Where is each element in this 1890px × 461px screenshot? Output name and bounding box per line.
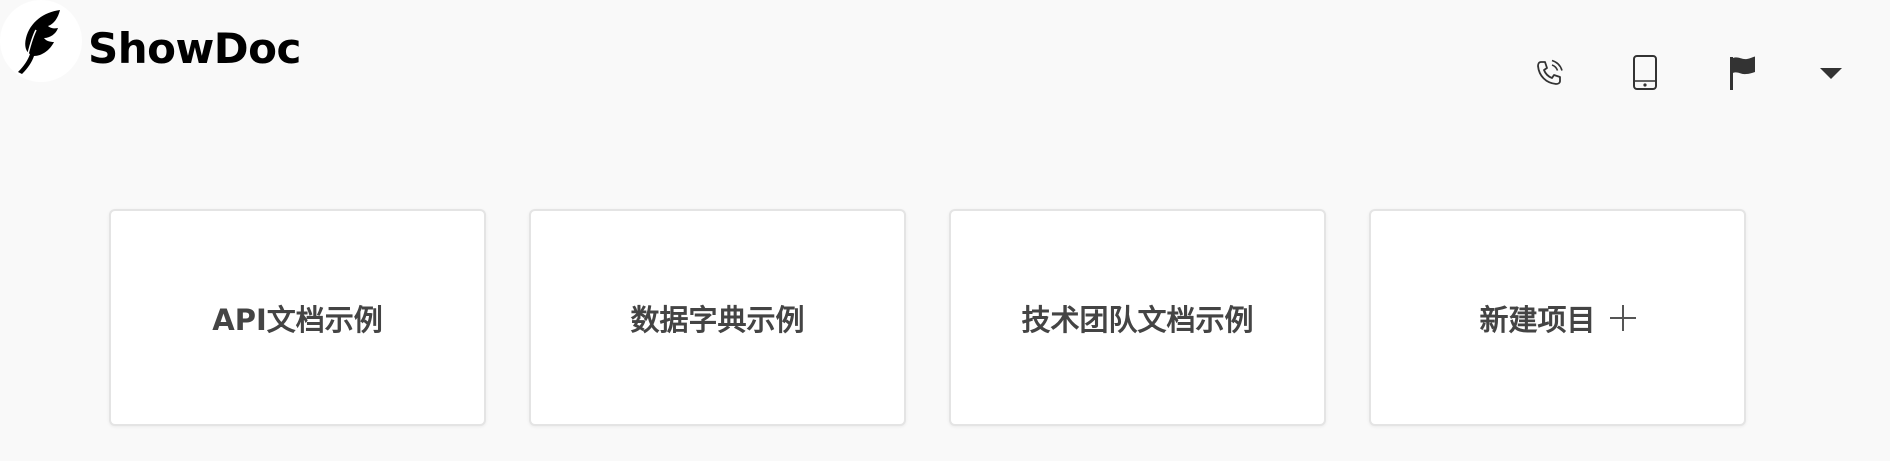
project-card-data-dictionary[interactable]: 数据字典示例 xyxy=(529,209,906,426)
project-list: API文档示例 数据字典示例 技术团队文档示例 新建项目 xyxy=(0,209,1890,429)
phone-icon[interactable] xyxy=(1529,50,1569,96)
plus-icon xyxy=(1609,304,1636,331)
project-card-team-docs[interactable]: 技术团队文档示例 xyxy=(949,209,1326,426)
header-toolbar xyxy=(0,50,1890,100)
project-card-api-docs[interactable]: API文档示例 xyxy=(109,209,486,426)
project-card-title: API文档示例 xyxy=(212,302,383,337)
new-project-label: 新建项目 xyxy=(1479,302,1596,337)
new-project-label-wrap: 新建项目 xyxy=(1479,297,1636,339)
tablet-icon[interactable] xyxy=(1625,50,1665,96)
flag-icon[interactable] xyxy=(1722,50,1762,96)
new-project-card[interactable]: 新建项目 xyxy=(1369,209,1746,426)
project-card-title: 技术团队文档示例 xyxy=(1021,302,1254,337)
project-card-title: 数据字典示例 xyxy=(630,302,805,337)
caret-down-icon[interactable] xyxy=(1811,50,1851,96)
